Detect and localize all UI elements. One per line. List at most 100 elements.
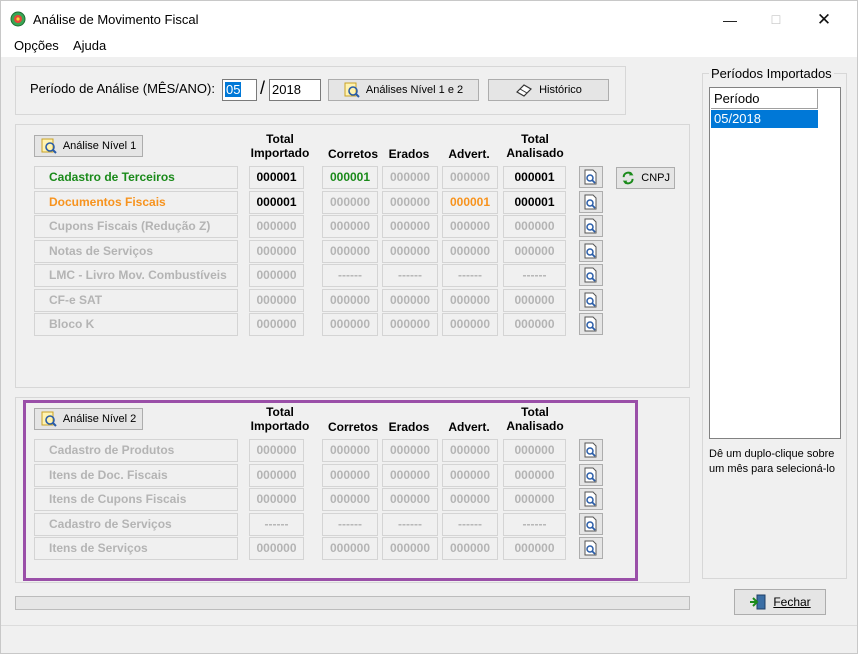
level1-cell: 000000 (382, 190, 438, 214)
close-window-button[interactable]: ✕ (801, 6, 847, 34)
level2-cell: 000000 (442, 439, 498, 462)
header2-errors: Erados (388, 420, 430, 434)
menu-options[interactable]: Opções (14, 38, 59, 53)
window-title: Análise de Movimento Fiscal (33, 12, 199, 27)
analysis-level-2-button[interactable]: Análise Nível 2 (34, 408, 143, 430)
level2-details-button[interactable] (579, 439, 603, 461)
header-total-analyzed-line2: Analisado (506, 146, 564, 160)
level2-details-button[interactable] (579, 537, 603, 559)
maximize-button[interactable]: ☐ (753, 6, 799, 34)
analyses-level-1-2-button[interactable]: Análises Nível 1 e 2 (328, 79, 479, 101)
level2-cell: ------ (249, 512, 304, 536)
level1-cell: 000000 (442, 166, 498, 189)
magnifier-icon (344, 82, 360, 98)
level1-cell: 000000 (442, 239, 498, 263)
level1-details-button[interactable] (579, 239, 603, 262)
level1-cell: 000000 (503, 215, 566, 238)
header-correct: Corretos (327, 147, 378, 161)
level2-cell: 000000 (442, 463, 498, 487)
period-row[interactable]: 05/2018 (711, 110, 818, 128)
header-total-imported-line1: Total (266, 132, 294, 146)
document-search-icon (584, 243, 597, 258)
level2-cell: 000000 (382, 488, 438, 511)
level1-cell: 000000 (322, 239, 378, 263)
level1-cell: 000000 (382, 288, 438, 312)
periods-list[interactable]: Período 05/2018 (709, 87, 841, 439)
level2-details-button[interactable] (579, 512, 603, 535)
history-label: Histórico (539, 84, 582, 96)
level2-row-name: Itens de Cupons Fiscais (34, 488, 238, 511)
document-search-icon (584, 442, 597, 458)
level1-details-button[interactable] (579, 264, 603, 286)
level1-row-name: LMC - Livro Mov. Combustíveis (34, 264, 238, 287)
level2-row-name: Cadastro de Produtos (34, 439, 238, 462)
document-search-icon (584, 218, 597, 234)
analyses-level-1-2-label: Análises Nível 1 e 2 (365, 84, 464, 96)
minimize-button[interactable]: — (707, 6, 753, 34)
close-button[interactable]: Fechar (734, 589, 826, 615)
title-bar: Análise de Movimento Fiscal — ☐ ✕ (1, 1, 857, 35)
level1-row-name: Documentos Fiscais (34, 190, 238, 214)
level2-cell: 000000 (249, 488, 304, 511)
level2-cell: 000000 (503, 439, 566, 462)
level1-cell: 000000 (442, 288, 498, 312)
level2-details-button[interactable] (579, 488, 603, 510)
level1-details-button[interactable] (579, 215, 603, 237)
level2-cell: ------ (442, 512, 498, 536)
level1-cell: ------ (442, 264, 498, 287)
level1-details-button[interactable] (579, 166, 603, 188)
level1-cell: 000000 (382, 239, 438, 263)
header-errors: Erados (388, 147, 430, 161)
level1-cell: 000001 (503, 190, 566, 214)
document-search-icon (584, 267, 597, 283)
level1-cell: 000000 (382, 166, 438, 189)
menu-help[interactable]: Ajuda (73, 38, 106, 53)
level1-cell: 000000 (382, 313, 438, 336)
level2-details-button[interactable] (579, 463, 603, 486)
level1-cell: 000000 (322, 215, 378, 238)
level1-cell: ------ (382, 264, 438, 287)
level1-cell: 000000 (503, 288, 566, 312)
level1-details-button[interactable] (579, 190, 603, 213)
level1-cell: 000000 (322, 288, 378, 312)
header2-total-imported: Total Importado (245, 405, 315, 433)
periods-column-header[interactable]: Período (711, 89, 818, 109)
analysis-level-1-button[interactable]: Análise Nível 1 (34, 135, 143, 157)
history-button[interactable]: Histórico (488, 79, 609, 101)
level2-cell: ------ (503, 512, 566, 536)
close-label: Fechar (773, 595, 811, 609)
level2-cell: 000000 (322, 463, 378, 487)
analysis-level-2-label: Análise Nível 2 (62, 413, 137, 425)
header-warnings: Advert. (448, 147, 490, 161)
level1-row-name: Cadastro de Terceiros (34, 166, 238, 189)
level2-cell: 000000 (503, 463, 566, 487)
header2-total-analyzed-line1: Total (521, 405, 549, 419)
document-search-icon (584, 491, 597, 507)
document-search-icon (584, 169, 597, 185)
level1-cell: ------ (322, 264, 378, 287)
cnpj-label: CNPJ (641, 172, 670, 184)
year-input[interactable]: 2018 (269, 79, 321, 101)
document-search-icon (584, 194, 597, 209)
level1-row-name: CF-e SAT (34, 288, 238, 312)
month-input[interactable]: 05 (222, 79, 257, 101)
level1-cell: 000001 (442, 190, 498, 214)
eraser-icon (516, 84, 533, 97)
level1-details-button[interactable] (579, 288, 603, 311)
level1-cell: 000000 (249, 264, 304, 287)
cnpj-button[interactable]: CNPJ (616, 167, 675, 189)
header-total-analyzed-line1: Total (521, 132, 549, 146)
magnifier-icon (41, 138, 57, 154)
level2-cell: 000000 (322, 439, 378, 462)
exit-door-icon (750, 594, 766, 610)
level1-row-name: Bloco K (34, 313, 238, 336)
level2-row-name: Itens de Serviços (34, 537, 238, 560)
level2-cell: 000000 (249, 537, 304, 560)
header2-total-analyzed-line2: Analisado (506, 419, 564, 433)
refresh-icon (622, 171, 634, 185)
level1-cell: 000000 (249, 239, 304, 263)
level1-details-button[interactable] (579, 313, 603, 335)
level2-cell: 000000 (442, 488, 498, 511)
period-separator: / (260, 78, 266, 98)
period-label: Período de Análise (MÊS/ANO): (30, 81, 215, 96)
